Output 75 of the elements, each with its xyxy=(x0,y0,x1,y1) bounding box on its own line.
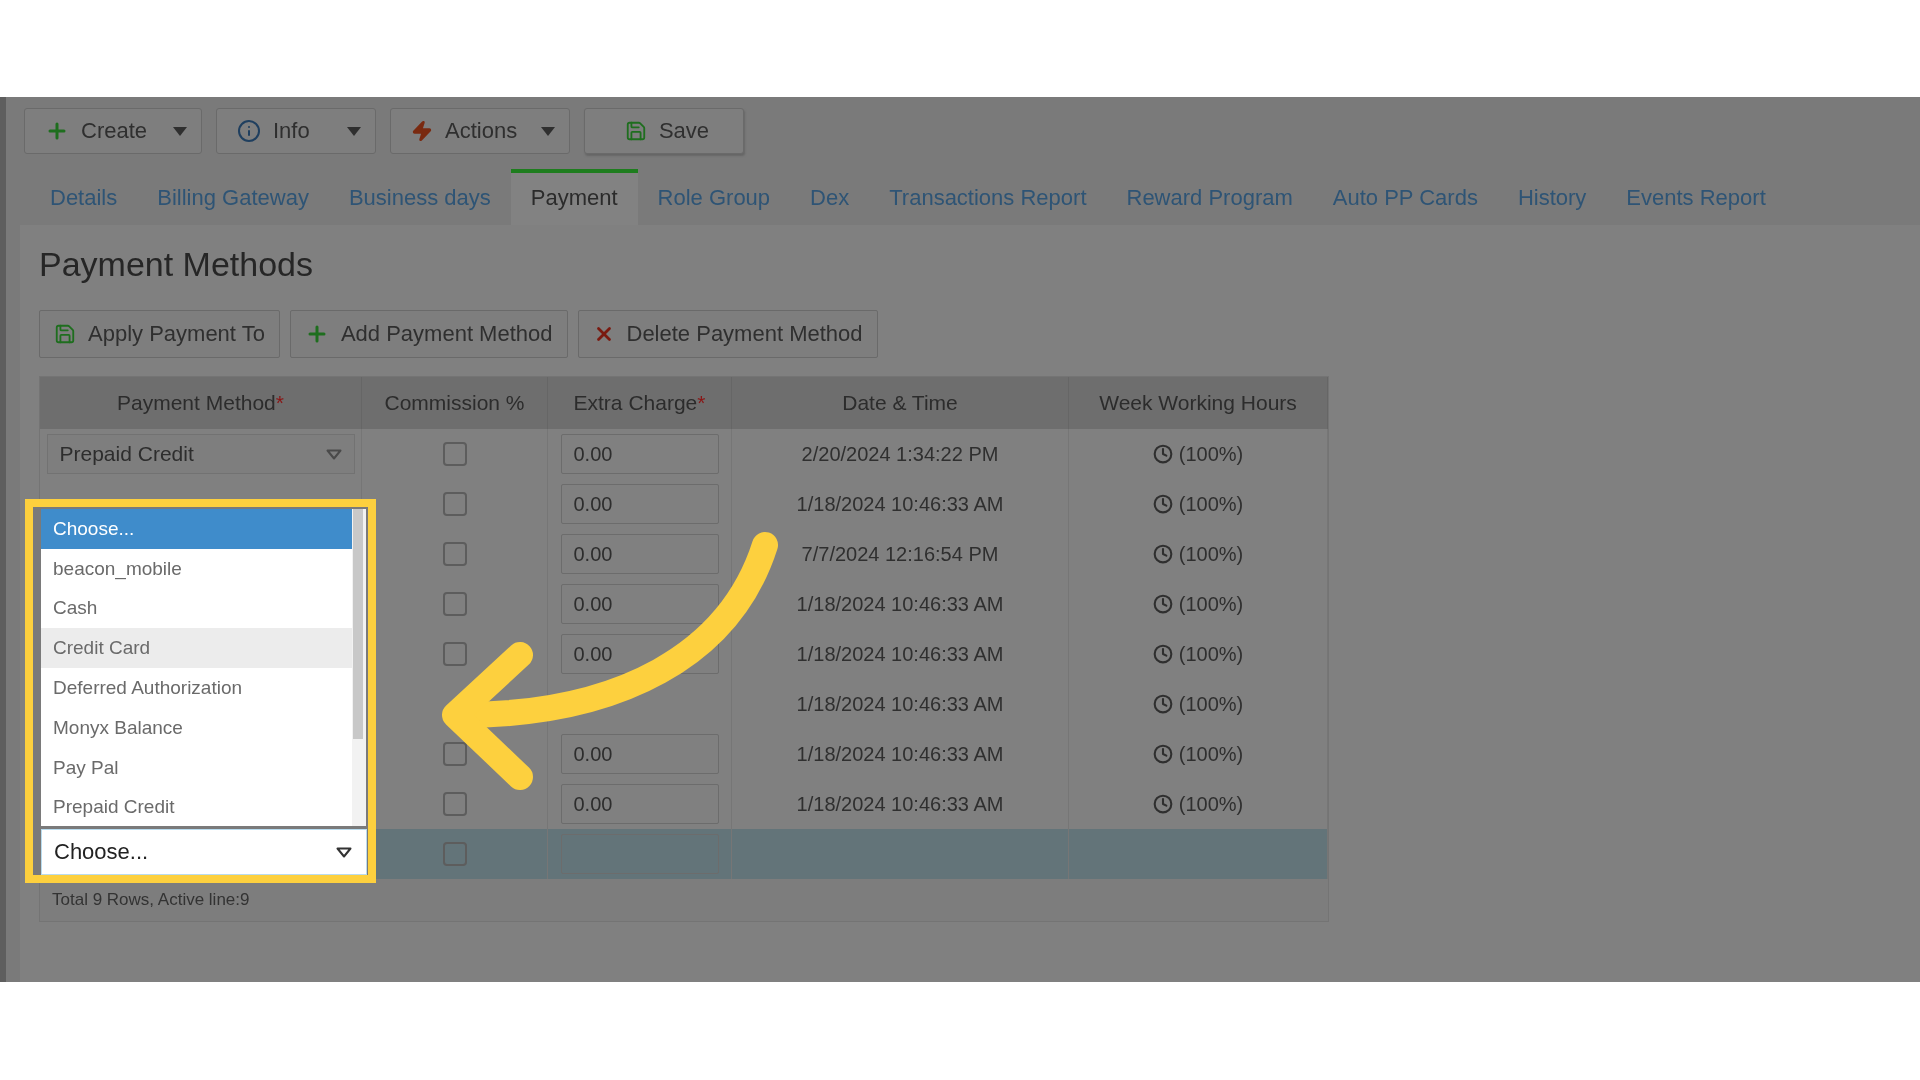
save-button[interactable]: Save xyxy=(584,108,744,154)
input-field[interactable]: 0.00 xyxy=(560,534,719,574)
hours-text: (100%) xyxy=(1178,442,1244,466)
date-text: 2/20/2024 1:34:22 PM xyxy=(801,442,999,466)
date-text: 1/18/2024 10:46:33 AM xyxy=(796,492,1004,516)
input-field[interactable]: 0.00 xyxy=(560,434,719,474)
tab[interactable]: Payment xyxy=(510,169,638,225)
checkbox[interactable] xyxy=(442,792,467,816)
date-text: 1/18/2024 10:46:33 AM xyxy=(796,792,1004,816)
checkbox[interactable] xyxy=(442,642,467,666)
info-icon xyxy=(237,119,261,143)
clock-icon xyxy=(1152,544,1173,564)
scrollbar-thumb[interactable] xyxy=(353,509,363,739)
checkbox[interactable] xyxy=(442,842,467,866)
input-field[interactable]: 0.00 xyxy=(560,634,719,674)
hours-text: (100%) xyxy=(1178,742,1244,766)
hours-text: (100%) xyxy=(1178,792,1244,816)
clock-icon xyxy=(1152,494,1173,514)
date-text: 7/7/2024 12:16:54 PM xyxy=(801,542,999,566)
actions-button[interactable]: Actions xyxy=(390,108,570,154)
input-field[interactable]: 0.00 xyxy=(560,584,719,624)
column-header: Commission % xyxy=(362,377,548,429)
clock-icon xyxy=(1152,744,1173,764)
save-icon xyxy=(624,120,647,142)
dropdown-option[interactable]: Choose... xyxy=(41,509,352,549)
column-header: Payment Method* xyxy=(40,377,362,429)
date-text: 1/18/2024 10:46:33 AM xyxy=(796,642,1004,666)
apply-button[interactable]: Apply Payment To xyxy=(39,310,280,358)
checkbox[interactable] xyxy=(442,442,467,466)
caret-icon xyxy=(336,846,352,858)
caret-icon xyxy=(325,448,342,460)
tab[interactable]: Details xyxy=(30,169,138,225)
checkbox[interactable] xyxy=(442,592,467,616)
lightning-icon xyxy=(411,120,433,142)
table-footer: Total 9 Rows, Active line:9 xyxy=(40,879,1328,921)
clock-icon xyxy=(1152,644,1173,664)
delete-button[interactable]: Delete Payment Method xyxy=(577,310,878,358)
clock-icon xyxy=(1152,594,1173,614)
tab[interactable]: Reward Program xyxy=(1106,169,1313,225)
checkbox[interactable] xyxy=(442,742,467,766)
dropdown-option[interactable]: Credit Card xyxy=(41,628,352,669)
column-header: Extra Charge* xyxy=(548,377,732,429)
tab[interactable]: Role Group xyxy=(637,169,791,225)
clock-icon xyxy=(1152,444,1173,464)
column-header: Date & Time xyxy=(732,377,1069,429)
checkbox[interactable] xyxy=(442,492,467,516)
page-title: Payment Methods xyxy=(39,245,315,284)
payment-method-select[interactable]: Prepaid Credit xyxy=(46,434,355,474)
date-text: 1/18/2024 10:46:33 AM xyxy=(796,692,1004,716)
tab[interactable]: Billing Gateway xyxy=(137,169,329,225)
tab[interactable]: Transactions Report xyxy=(869,169,1107,225)
input-field[interactable]: 0.00 xyxy=(560,484,719,524)
clock-icon xyxy=(1152,794,1173,814)
save-icon xyxy=(54,323,76,345)
create-button[interactable]: Create xyxy=(24,108,202,154)
clock-icon xyxy=(1152,694,1173,714)
hours-text: (100%) xyxy=(1178,492,1244,516)
tab[interactable]: Business days xyxy=(328,169,511,225)
add-button[interactable]: Add Payment Method xyxy=(289,310,568,358)
date-text: 1/18/2024 10:46:33 AM xyxy=(796,742,1004,766)
tab[interactable]: Dex xyxy=(790,169,870,225)
date-text: 1/18/2024 10:46:33 AM xyxy=(796,592,1004,616)
hours-text: (100%) xyxy=(1178,542,1244,566)
input-field[interactable]: 0.00 xyxy=(560,734,719,774)
tab[interactable]: History xyxy=(1497,169,1607,225)
hours-text: (100%) xyxy=(1178,692,1244,716)
hours-text: (100%) xyxy=(1178,592,1244,616)
column-header: Week Working Hours xyxy=(1069,377,1328,429)
info-button[interactable]: Info xyxy=(216,108,376,154)
tab[interactable]: Events Report xyxy=(1606,169,1786,225)
input-field[interactable]: 0.00 xyxy=(560,784,719,824)
checkbox[interactable] xyxy=(442,542,467,566)
payment-method-select[interactable]: Choose... xyxy=(41,829,367,875)
tab[interactable]: Auto PP Cards xyxy=(1312,169,1498,225)
hours-text: (100%) xyxy=(1178,642,1244,666)
